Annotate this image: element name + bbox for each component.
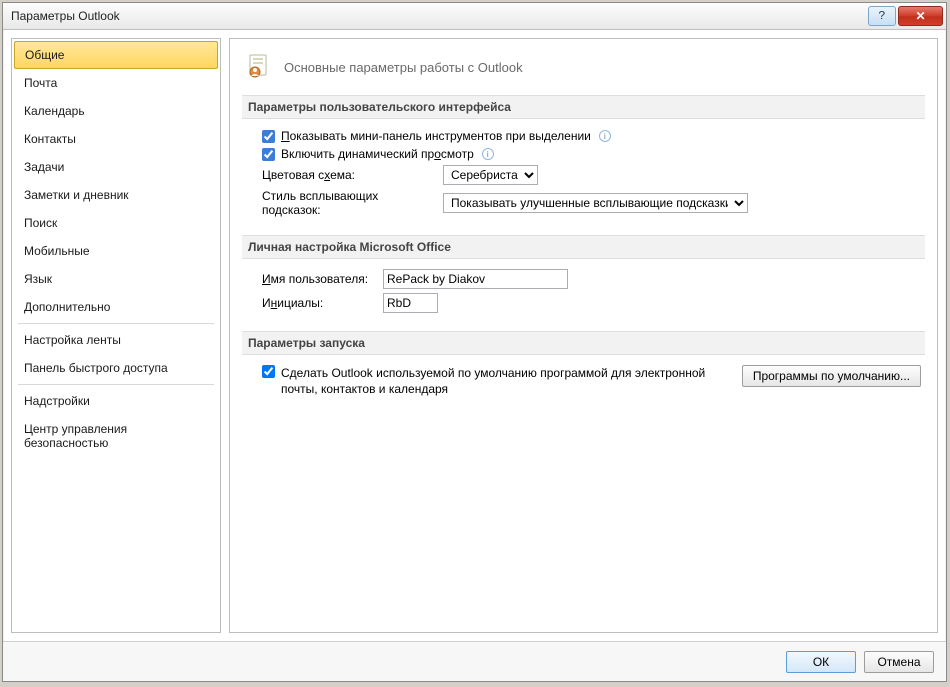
page-title: Основные параметры работы с Outlook xyxy=(284,60,523,75)
category-sidebar: Общие Почта Календарь Контакты Задачи За… xyxy=(11,38,221,633)
sidebar-item-language[interactable]: Язык xyxy=(12,265,220,293)
help-button[interactable]: ? xyxy=(868,6,896,26)
sidebar-item-calendar[interactable]: Календарь xyxy=(12,97,220,125)
section-header-office: Личная настройка Microsoft Office xyxy=(242,235,925,259)
close-icon: ✕ xyxy=(915,9,925,24)
cancel-button[interactable]: Отмена xyxy=(864,651,934,673)
tooltip-style-label: Стиль всплывающих подсказок: xyxy=(262,189,437,217)
sidebar-item-tasks[interactable]: Задачи xyxy=(12,153,220,181)
username-input[interactable] xyxy=(383,269,568,289)
content-panel: Основные параметры работы с Outlook Пара… xyxy=(229,38,938,633)
color-scheme-select[interactable]: Серебристая xyxy=(443,165,538,185)
checkbox-show-minibar[interactable]: Показывать мини-панель инструментов при … xyxy=(262,129,591,143)
sidebar-separator xyxy=(18,323,214,324)
sidebar-item-contacts[interactable]: Контакты xyxy=(12,125,220,153)
tooltip-style-select[interactable]: Показывать улучшенные всплывающие подска… xyxy=(443,193,748,213)
sidebar-item-general[interactable]: Общие xyxy=(14,41,218,69)
info-icon[interactable]: i xyxy=(599,130,611,142)
window-title: Параметры Outlook xyxy=(11,9,120,23)
help-icon: ? xyxy=(878,9,885,23)
checkbox-show-minibar-label: Показывать мини-панель инструментов при … xyxy=(281,129,591,143)
color-scheme-label: Цветовая схема: xyxy=(262,168,437,182)
sidebar-item-trust[interactable]: Центр управления безопасностью xyxy=(12,415,220,457)
sidebar-item-mobile[interactable]: Мобильные xyxy=(12,237,220,265)
settings-page-icon xyxy=(246,53,274,81)
username-label: Имя пользователя: xyxy=(262,272,377,286)
checkbox-live-preview-label: Включить динамический просмотр xyxy=(281,147,474,161)
titlebar: Параметры Outlook ? ✕ xyxy=(3,3,946,30)
checkbox-show-minibar-input[interactable] xyxy=(262,130,275,143)
sidebar-separator xyxy=(18,384,214,385)
initials-label: Инициалы: xyxy=(262,296,377,310)
options-dialog: Параметры Outlook ? ✕ Общие Почта Календ… xyxy=(2,2,947,682)
ok-button[interactable]: ОК xyxy=(786,651,856,673)
page-header: Основные параметры работы с Outlook xyxy=(242,49,925,95)
sidebar-item-advanced[interactable]: Дополнительно xyxy=(12,293,220,321)
initials-input[interactable] xyxy=(383,293,438,313)
default-programs-button[interactable]: Программы по умолчанию... xyxy=(742,365,921,387)
sidebar-item-search[interactable]: Поиск xyxy=(12,209,220,237)
sidebar-item-ribbon[interactable]: Настройка ленты xyxy=(12,326,220,354)
dialog-footer: ОК Отмена xyxy=(3,641,946,681)
sidebar-item-notes[interactable]: Заметки и дневник xyxy=(12,181,220,209)
section-header-startup: Параметры запуска xyxy=(242,331,925,355)
section-header-ui: Параметры пользовательского интерфейса xyxy=(242,95,925,119)
sidebar-item-addins[interactable]: Надстройки xyxy=(12,387,220,415)
checkbox-live-preview-input[interactable] xyxy=(262,148,275,161)
checkbox-default-program-label: Сделать Outlook используемой по умолчани… xyxy=(281,365,721,397)
info-icon[interactable]: i xyxy=(482,148,494,160)
checkbox-live-preview[interactable]: Включить динамический просмотр xyxy=(262,147,474,161)
sidebar-item-qat[interactable]: Панель быстрого доступа xyxy=(12,354,220,382)
checkbox-default-program-input[interactable] xyxy=(262,365,275,378)
close-button[interactable]: ✕ xyxy=(898,6,943,26)
sidebar-item-mail[interactable]: Почта xyxy=(12,69,220,97)
